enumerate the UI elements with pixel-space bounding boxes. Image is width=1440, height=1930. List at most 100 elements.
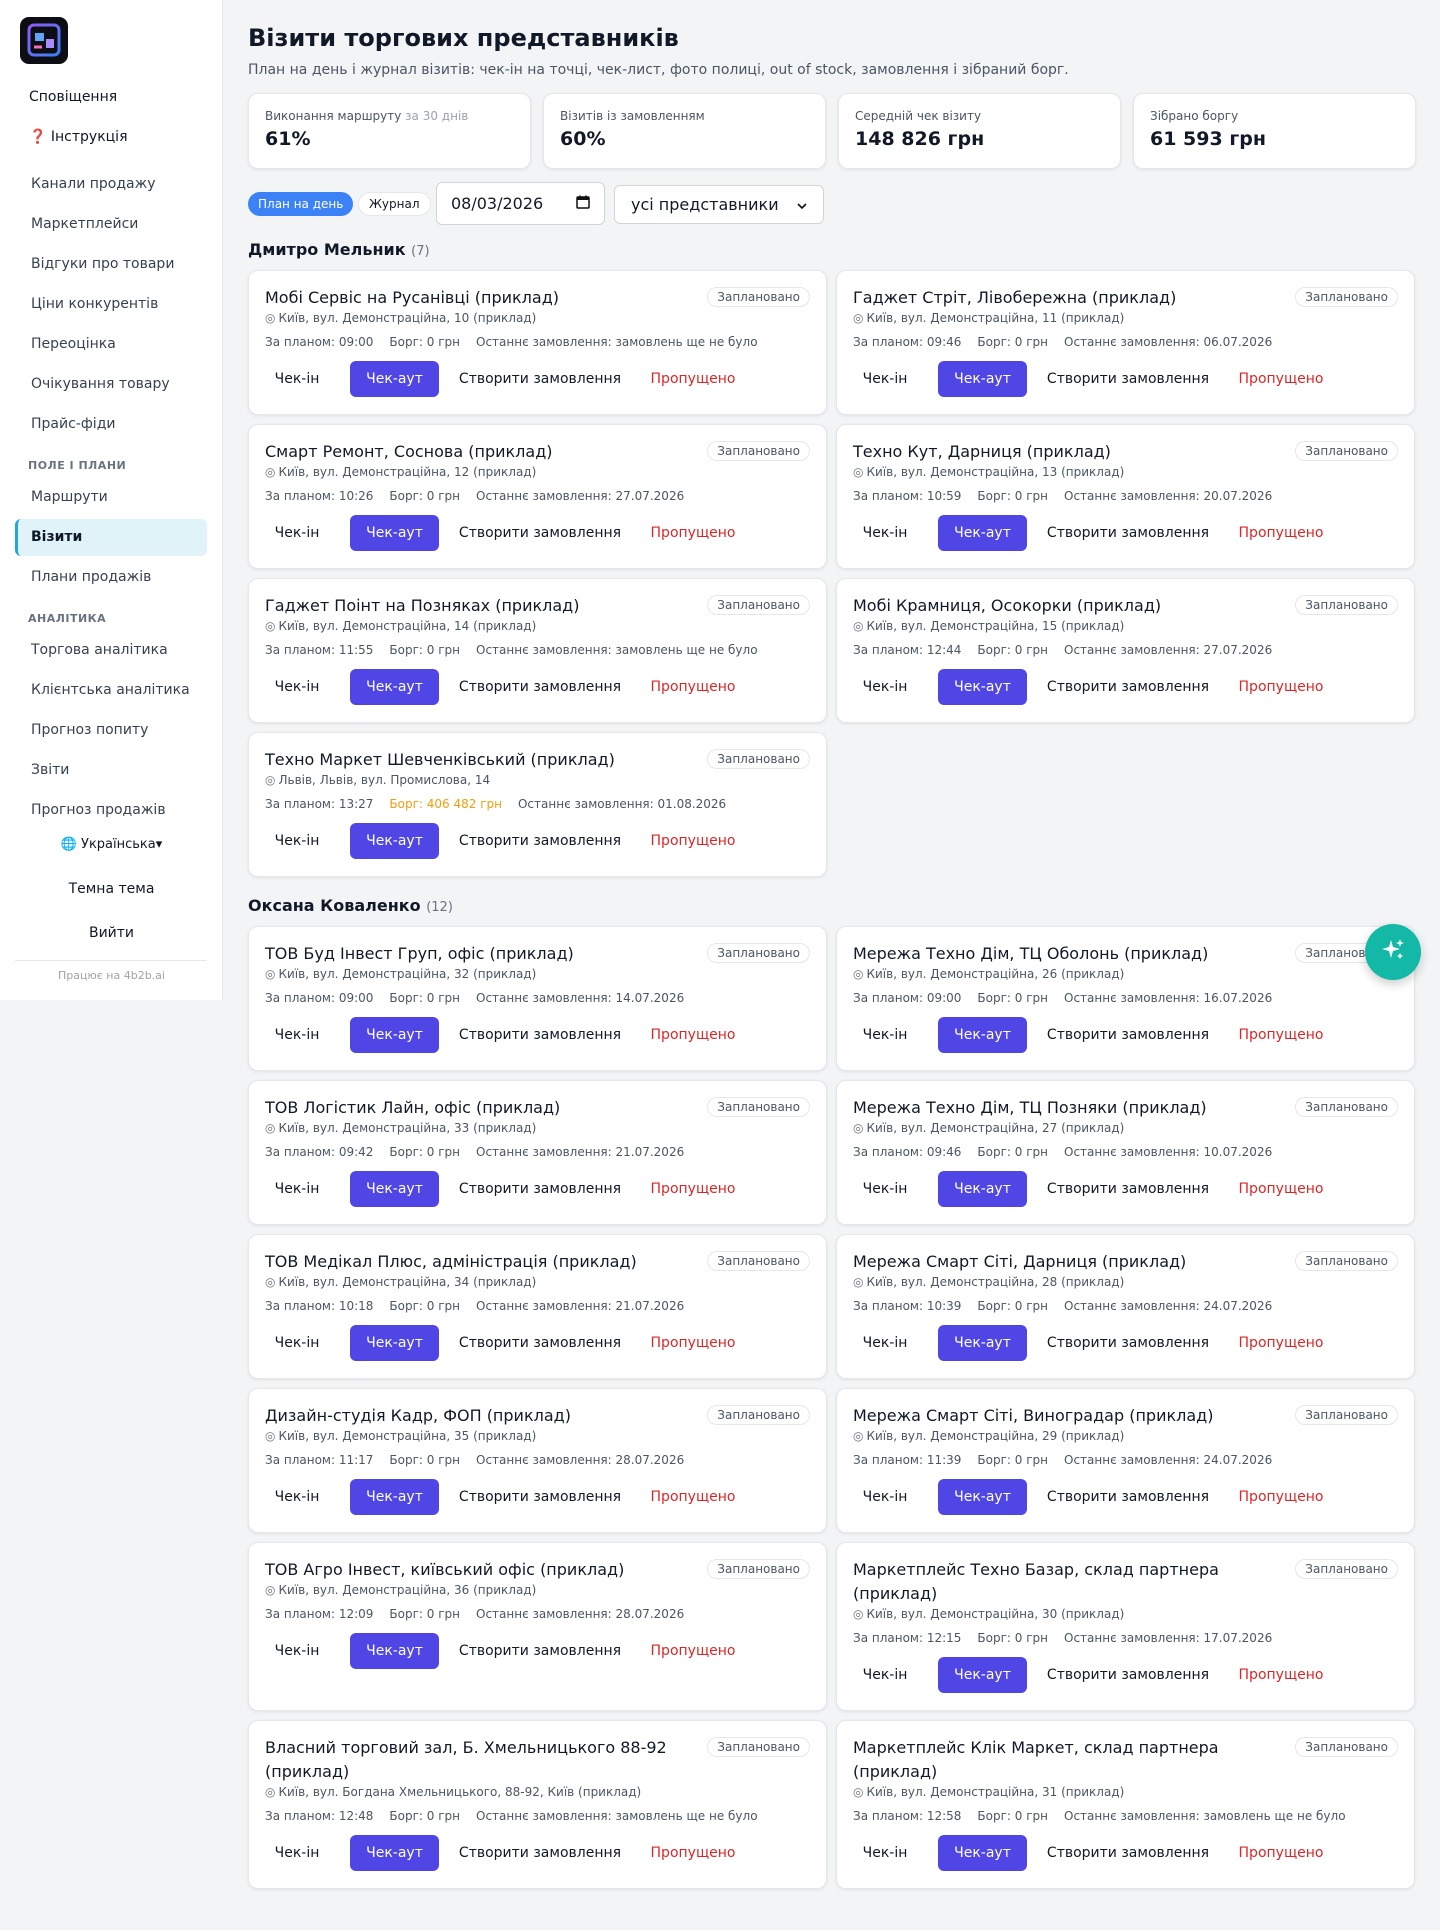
skipped-button[interactable]: Пропущено [1231, 1835, 1331, 1871]
checkin-button[interactable]: Чек-ін [853, 669, 917, 705]
skipped-button[interactable]: Пропущено [1231, 361, 1331, 397]
sidebar-item-reports[interactable]: Звіти [31, 762, 69, 778]
skipped-button[interactable]: Пропущено [643, 1633, 743, 1669]
create-order-button[interactable]: Створити замовлення [452, 1017, 628, 1053]
checkout-button[interactable]: Чек-аут [938, 1325, 1027, 1361]
create-order-button[interactable]: Створити замовлення [1040, 1657, 1216, 1693]
create-order-button[interactable]: Створити замовлення [452, 669, 628, 705]
sidebar-item-trade-analytics[interactable]: Торгова аналітика [31, 642, 168, 658]
checkout-button[interactable]: Чек-аут [350, 1479, 439, 1515]
checkout-button[interactable]: Чек-аут [938, 361, 1027, 397]
sidebar-item-sales-plans[interactable]: Плани продажів [31, 569, 151, 585]
checkin-button[interactable]: Чек-ін [853, 1325, 917, 1361]
sidebar-item-routes[interactable]: Маршрути [31, 489, 108, 505]
calendar-icon[interactable] [576, 194, 590, 213]
logout-button[interactable]: Вийти [0, 925, 223, 941]
language-select[interactable]: 🌐 Українська▾ [0, 837, 223, 852]
date-input[interactable]: 08/03/2026 [436, 182, 605, 225]
create-order-button[interactable]: Створити замовлення [452, 1479, 628, 1515]
checkin-button[interactable]: Чек-ін [265, 669, 329, 705]
create-order-button[interactable]: Створити замовлення [452, 1171, 628, 1207]
sidebar-item-marketplaces[interactable]: Маркетплейси [31, 216, 138, 232]
checkout-button[interactable]: Чек-аут [350, 1633, 439, 1669]
skipped-button[interactable]: Пропущено [643, 1325, 743, 1361]
sidebar-item-sales-channels[interactable]: Канали продажу [31, 176, 156, 192]
checkin-button[interactable]: Чек-ін [265, 1325, 329, 1361]
checkout-button[interactable]: Чек-аут [938, 515, 1027, 551]
skipped-button[interactable]: Пропущено [643, 361, 743, 397]
create-order-button[interactable]: Створити замовлення [1040, 515, 1216, 551]
checkin-button[interactable]: Чек-ін [853, 1835, 917, 1871]
checkout-button[interactable]: Чек-аут [350, 823, 439, 859]
skipped-button[interactable]: Пропущено [1231, 1479, 1331, 1515]
checkout-button[interactable]: Чек-аут [350, 1325, 439, 1361]
sidebar-item-notifications[interactable]: Сповіщення [29, 89, 117, 105]
checkin-button[interactable]: Чек-ін [265, 1633, 329, 1669]
checkout-button[interactable]: Чек-аут [938, 669, 1027, 705]
sidebar-item-demand-forecast[interactable]: Прогноз попиту [31, 722, 148, 738]
skipped-button[interactable]: Пропущено [643, 515, 743, 551]
create-order-button[interactable]: Створити замовлення [452, 515, 628, 551]
checkin-button[interactable]: Чек-ін [853, 1657, 917, 1693]
create-order-button[interactable]: Створити замовлення [1040, 1479, 1216, 1515]
app-logo[interactable] [20, 17, 68, 64]
checkout-button[interactable]: Чек-аут [350, 361, 439, 397]
rep-select[interactable]: усі представники [614, 185, 824, 224]
checkout-button[interactable]: Чек-аут [938, 1657, 1027, 1693]
skipped-button[interactable]: Пропущено [643, 669, 743, 705]
sidebar-item-visits[interactable]: Візити [31, 529, 82, 545]
create-order-button[interactable]: Створити замовлення [452, 1325, 628, 1361]
tab-plan-for-day[interactable]: План на день [248, 192, 354, 216]
create-order-button[interactable]: Створити замовлення [1040, 361, 1216, 397]
checkout-button[interactable]: Чек-аут [938, 1171, 1027, 1207]
skipped-button[interactable]: Пропущено [1231, 1171, 1331, 1207]
checkout-button[interactable]: Чек-аут [350, 669, 439, 705]
skipped-button[interactable]: Пропущено [643, 1017, 743, 1053]
checkin-button[interactable]: Чек-ін [265, 361, 329, 397]
checkout-button[interactable]: Чек-аут [938, 1835, 1027, 1871]
skipped-button[interactable]: Пропущено [643, 1171, 743, 1207]
checkin-button[interactable]: Чек-ін [853, 515, 917, 551]
sidebar-item-competitor-prices[interactable]: Ціни конкурентів [31, 296, 158, 312]
checkout-button[interactable]: Чек-аут [350, 1171, 439, 1207]
skipped-button[interactable]: Пропущено [1231, 1657, 1331, 1693]
sidebar-item-repricing[interactable]: Переоцінка [31, 336, 116, 352]
checkout-button[interactable]: Чек-аут [350, 1835, 439, 1871]
ai-assistant-button[interactable] [1365, 924, 1421, 980]
checkout-button[interactable]: Чек-аут [938, 1479, 1027, 1515]
skipped-button[interactable]: Пропущено [1231, 1017, 1331, 1053]
create-order-button[interactable]: Створити замовлення [452, 1835, 628, 1871]
create-order-button[interactable]: Створити замовлення [1040, 1835, 1216, 1871]
tab-journal[interactable]: Журнал [358, 192, 431, 216]
skipped-button[interactable]: Пропущено [1231, 669, 1331, 705]
create-order-button[interactable]: Створити замовлення [1040, 1325, 1216, 1361]
sidebar-item-price-feeds[interactable]: Прайс-фіди [31, 416, 115, 432]
checkin-button[interactable]: Чек-ін [265, 1017, 329, 1053]
checkout-button[interactable]: Чек-аут [350, 1017, 439, 1053]
checkin-button[interactable]: Чек-ін [853, 361, 917, 397]
checkin-button[interactable]: Чек-ін [265, 1171, 329, 1207]
checkin-button[interactable]: Чек-ін [265, 1479, 329, 1515]
skipped-button[interactable]: Пропущено [643, 823, 743, 859]
skipped-button[interactable]: Пропущено [1231, 1325, 1331, 1361]
checkin-button[interactable]: Чек-ін [265, 515, 329, 551]
sidebar-item-awaiting-stock[interactable]: Очікування товару [31, 376, 170, 392]
checkin-button[interactable]: Чек-ін [853, 1171, 917, 1207]
skipped-button[interactable]: Пропущено [643, 1835, 743, 1871]
checkout-button[interactable]: Чек-аут [350, 515, 439, 551]
create-order-button[interactable]: Створити замовлення [1040, 1171, 1216, 1207]
checkin-button[interactable]: Чек-ін [853, 1017, 917, 1053]
sidebar-item-client-analytics[interactable]: Клієнтська аналітика [31, 682, 190, 698]
checkin-button[interactable]: Чек-ін [265, 823, 329, 859]
create-order-button[interactable]: Створити замовлення [452, 361, 628, 397]
skipped-button[interactable]: Пропущено [1231, 515, 1331, 551]
create-order-button[interactable]: Створити замовлення [452, 1633, 628, 1669]
create-order-button[interactable]: Створити замовлення [452, 823, 628, 859]
skipped-button[interactable]: Пропущено [643, 1479, 743, 1515]
sidebar-item-reviews[interactable]: Відгуки про товари [31, 256, 174, 272]
create-order-button[interactable]: Створити замовлення [1040, 1017, 1216, 1053]
create-order-button[interactable]: Створити замовлення [1040, 669, 1216, 705]
sidebar-item-help[interactable]: ❓ Інструкція [29, 129, 128, 145]
checkin-button[interactable]: Чек-ін [265, 1835, 329, 1871]
sidebar-item-sales-forecast[interactable]: Прогноз продажів [31, 802, 166, 818]
